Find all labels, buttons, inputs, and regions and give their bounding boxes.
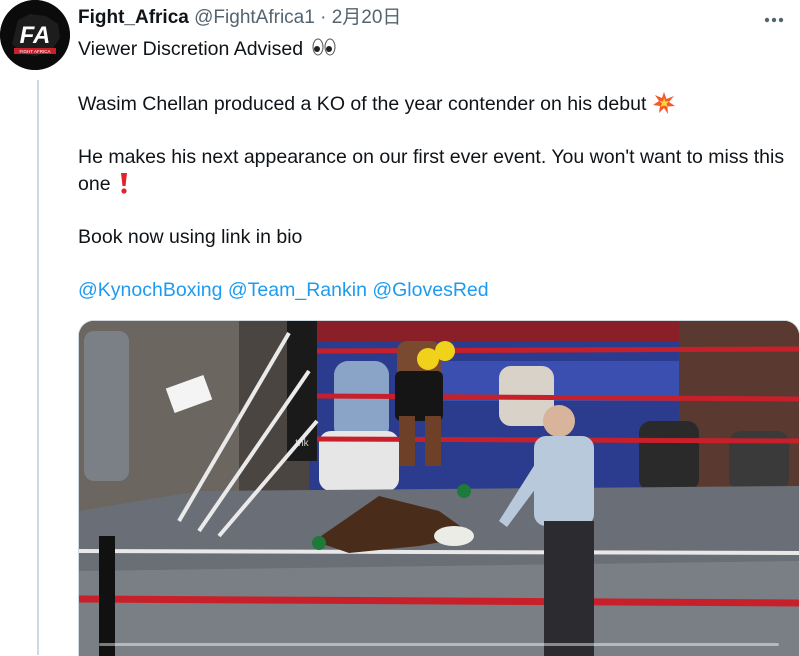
tweet-date[interactable]: 2月20日 [332,7,402,28]
mention-glovesred[interactable]: @GlovesRed [372,279,488,301]
line3-text: He makes his next appearance on our firs… [78,146,785,195]
exclamation-icon [120,172,127,194]
avatar-ring-text: FIGHT AFRICA [20,49,51,54]
display-name[interactable]: Fight_Africa [78,7,189,28]
mention-team-rankin[interactable]: @Team_Rankin [228,279,367,301]
video-player[interactable]: tnk [78,320,800,656]
video-progress-bar[interactable] [99,643,779,646]
header-separator: · [320,7,327,28]
tweet-line-3: He makes his next appearance on our firs… [78,144,793,197]
avatar[interactable]: FA FIGHT AFRICA [0,0,70,70]
avatar-logo-text: FA [20,22,51,49]
line1-text: Viewer Discretion Advised [78,38,304,60]
thread-line [37,80,39,655]
mention-kynochboxing[interactable]: @KynochBoxing [78,279,222,301]
tweet-header: Fight_Africa @FightAfrica1 · 2月20日 [78,6,401,30]
eyes-icon [312,38,336,56]
tweet-line-4: Book now using link in bio [78,226,303,248]
user-handle[interactable]: @FightAfrica1 [194,7,315,28]
tweet-line-2: Wasim Chellan produced a KO of the year … [78,91,676,118]
tweet-text: Viewer Discretion Advised Wasim Chellan … [78,36,793,301]
tweet-line-1: Viewer Discretion Advised [78,36,793,63]
ellipsis-icon [764,17,784,23]
line2-text: Wasim Chellan produced a KO of the year … [78,93,647,115]
mentions-line: @KynochBoxing @Team_Rankin @GlovesRed [78,277,489,304]
video-frame: tnk [79,321,799,656]
more-options-button[interactable] [762,8,786,32]
collision-icon [652,92,675,114]
